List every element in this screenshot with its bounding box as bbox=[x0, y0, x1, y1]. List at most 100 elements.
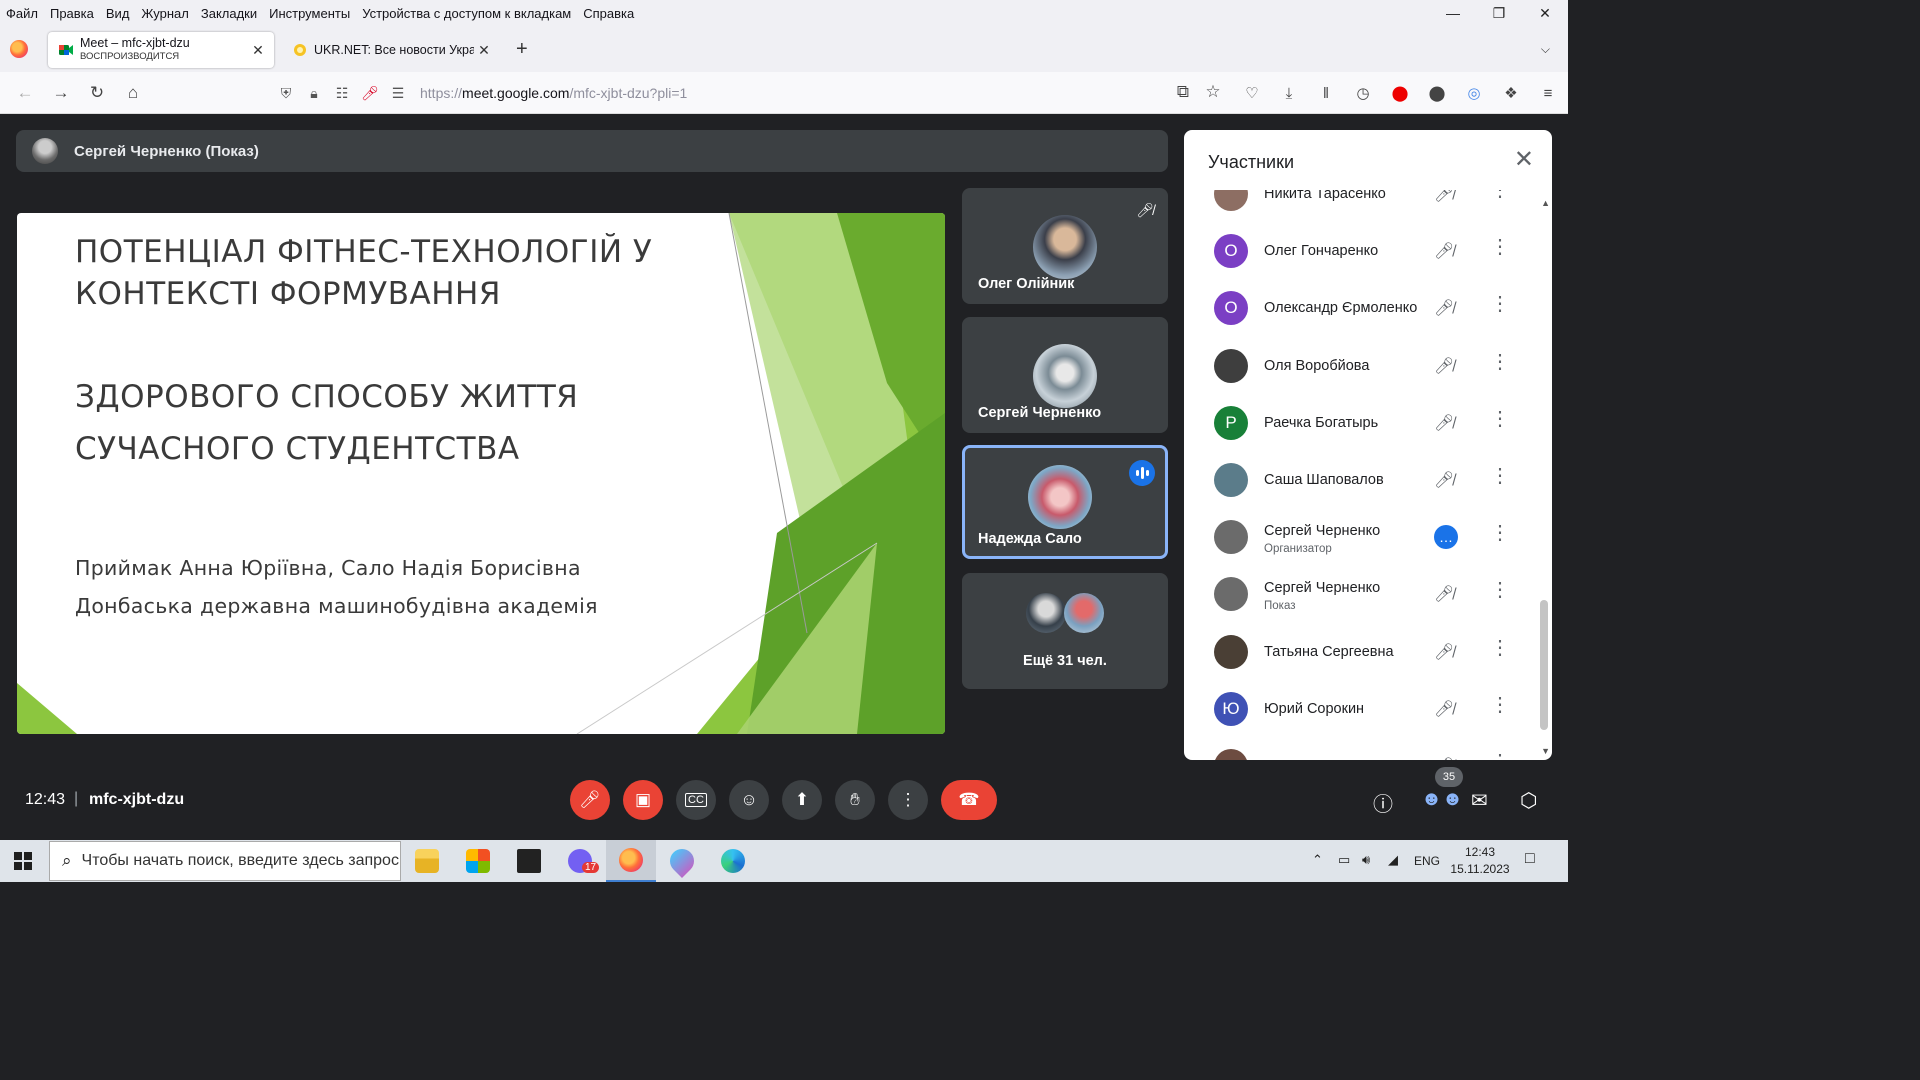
history-clock-icon[interactable]: ◷ bbox=[1351, 81, 1375, 105]
edge-app[interactable] bbox=[708, 840, 758, 882]
participant-row[interactable]: Оля Воробйова 🎤︎̸ ⋮ bbox=[1196, 338, 1532, 395]
menu-bookmarks[interactable]: Закладки bbox=[195, 6, 263, 21]
participant-row[interactable]: Никита Тарасенко 🎤︎̸ ⋮ bbox=[1196, 190, 1532, 223]
more-vert-icon[interactable]: ⋮ bbox=[1490, 409, 1510, 429]
mic-toggle-button[interactable]: 🎤︎ bbox=[570, 780, 610, 820]
more-participants-tile[interactable]: Ещё 31 чел. bbox=[962, 573, 1168, 689]
mic-off-icon[interactable]: 🎤︎̸ bbox=[1434, 642, 1454, 662]
scrollbar-thumb[interactable] bbox=[1540, 600, 1548, 730]
present-button[interactable]: ⬆ bbox=[782, 780, 822, 820]
volume-icon[interactable]: 🔊︎ bbox=[1362, 852, 1370, 868]
pocket-icon[interactable]: ♡ bbox=[1240, 81, 1264, 105]
participant-row[interactable]: Ю Юрий Сорокин 🎤︎̸ ⋮ bbox=[1196, 681, 1532, 738]
menu-history[interactable]: Журнал bbox=[135, 6, 194, 21]
back-arrow-icon[interactable]: ← bbox=[14, 82, 36, 104]
participant-row[interactable]: Юлия Гаврилова 🎤︎̸ ⋮ bbox=[1196, 738, 1532, 760]
downloads-icon[interactable]: ⤓ bbox=[1277, 81, 1301, 105]
url-text[interactable]: https://meet.google.com/mfc-xjbt-dzu?pli… bbox=[420, 85, 687, 101]
opera-extension-icon[interactable]: ⬤ bbox=[1388, 81, 1412, 105]
windows-start-icon[interactable] bbox=[14, 852, 32, 870]
close-panel-icon[interactable]: ✕ bbox=[1514, 148, 1534, 172]
picture-in-picture-icon[interactable]: ⧉ bbox=[1172, 81, 1194, 103]
reader-mode-icon[interactable]: ☰ bbox=[384, 85, 412, 102]
minimize-button[interactable]: — bbox=[1430, 0, 1476, 26]
address-bar[interactable]: ⛨ 🔒︎ ☷ 🎤︎ ☰ https://meet.google.com/mfc-… bbox=[272, 77, 1232, 109]
scroll-up-icon[interactable]: ▲ bbox=[1541, 198, 1550, 208]
more-options-button[interactable]: ⋮ bbox=[888, 780, 928, 820]
participant-row[interactable]: Саша Шаповалов 🎤︎̸ ⋮ bbox=[1196, 452, 1532, 509]
tab-meet[interactable]: Meet – mfc-xjbt-dzu воспроизводится ✕ bbox=[48, 32, 274, 68]
more-vert-icon[interactable]: ⋮ bbox=[1490, 580, 1510, 600]
more-vert-icon[interactable]: ⋮ bbox=[1490, 352, 1510, 372]
more-vert-icon[interactable]: ⋮ bbox=[1490, 190, 1510, 200]
more-vert-icon[interactable]: ⋮ bbox=[1490, 294, 1510, 314]
maps-app[interactable] bbox=[657, 840, 707, 882]
mic-off-icon[interactable]: 🎤︎̸ bbox=[1434, 356, 1454, 376]
tracking-shield-icon[interactable]: ⛨ bbox=[272, 85, 300, 102]
video-tile[interactable]: 🎤︎̸ Олег Олійник bbox=[962, 188, 1168, 304]
reactions-button[interactable]: ☺ bbox=[729, 780, 769, 820]
more-vert-icon[interactable]: ⋮ bbox=[1490, 752, 1510, 760]
more-vert-icon[interactable]: ⋮ bbox=[1490, 695, 1510, 715]
notifications-icon[interactable]: □ bbox=[1525, 850, 1535, 868]
permissions-icon[interactable]: ☷ bbox=[328, 85, 356, 102]
menu-help[interactable]: Справка bbox=[577, 6, 640, 21]
menu-synced-tabs[interactable]: Устройства с доступом к вкладкам bbox=[356, 6, 577, 21]
video-tile-active-speaker[interactable]: Надежда Сало bbox=[962, 445, 1168, 559]
home-icon[interactable]: ⌂ bbox=[122, 82, 144, 104]
more-vert-icon[interactable]: ⋮ bbox=[1490, 466, 1510, 486]
tab-list-chevron-icon[interactable]: ⌵ bbox=[1541, 42, 1550, 57]
people-icon[interactable]: ☻☻ bbox=[1421, 788, 1463, 811]
captions-button[interactable]: CC bbox=[676, 780, 716, 820]
chat-icon[interactable]: ✉ bbox=[1471, 788, 1488, 813]
close-tab-icon[interactable]: ✕ bbox=[248, 42, 268, 59]
network-icon[interactable]: ◢ bbox=[1388, 852, 1398, 868]
participant-row[interactable]: О Олег Гончаренко 🎤︎̸ ⋮ bbox=[1196, 223, 1532, 280]
firefox-app[interactable] bbox=[606, 840, 656, 882]
menu-view[interactable]: Вид bbox=[100, 6, 136, 21]
mic-off-icon[interactable]: 🎤︎̸ bbox=[1434, 584, 1454, 604]
menu-file[interactable]: Файл bbox=[0, 6, 44, 21]
raise-hand-button[interactable]: ✋︎ bbox=[835, 780, 875, 820]
leave-call-button[interactable]: ☎︎ bbox=[941, 780, 997, 820]
mic-off-icon[interactable]: 🎤︎̸ bbox=[1434, 190, 1454, 204]
menu-edit[interactable]: Правка bbox=[44, 6, 100, 21]
mic-off-icon[interactable]: 🎤︎̸ bbox=[1434, 756, 1454, 760]
mic-off-icon[interactable]: 🎤︎̸ bbox=[1434, 470, 1454, 490]
menu-tools[interactable]: Инструменты bbox=[263, 6, 356, 21]
more-vert-icon[interactable]: ⋮ bbox=[1490, 523, 1510, 543]
participant-row[interactable]: Р Раечка Богатырь 🎤︎̸ ⋮ bbox=[1196, 395, 1532, 452]
participant-row[interactable]: Сергей Черненко Организатор … ⋮ bbox=[1196, 509, 1532, 566]
taskbar-search[interactable]: ⌕ Чтобы начать поиск, введите здесь запр… bbox=[49, 841, 401, 881]
extensions-puzzle-icon[interactable]: ❖ bbox=[1499, 81, 1523, 105]
close-window-button[interactable]: ✕ bbox=[1522, 0, 1568, 26]
show-hidden-icons-chevron-icon[interactable]: ⌃ bbox=[1312, 852, 1323, 868]
mic-off-icon[interactable]: 🎤︎̸ bbox=[1434, 298, 1454, 318]
participant-row[interactable]: Сергей Черненко Показ 🎤︎̸ ⋮ bbox=[1196, 566, 1532, 623]
mail-app[interactable] bbox=[504, 840, 554, 882]
tray-clock[interactable]: 12:43 15.11.2023 bbox=[1450, 844, 1510, 878]
new-tab-icon[interactable]: + bbox=[516, 39, 528, 59]
battery-icon[interactable]: ▭ bbox=[1338, 852, 1350, 868]
close-tab-icon[interactable]: ✕ bbox=[474, 42, 494, 59]
scroll-down-icon[interactable]: ▼ bbox=[1541, 746, 1550, 756]
store-app[interactable] bbox=[453, 840, 503, 882]
mic-off-icon[interactable]: 🎤︎̸ bbox=[1434, 699, 1454, 719]
participant-row[interactable]: Татьяна Сергеевна 🎤︎̸ ⋮ bbox=[1196, 624, 1532, 681]
participants-scrollbar[interactable] bbox=[1540, 200, 1548, 756]
participant-row[interactable]: О Олександр Єрмоленко 🎤︎̸ ⋮ bbox=[1196, 280, 1532, 337]
lock-icon[interactable]: 🔒︎ bbox=[300, 85, 328, 102]
mic-off-icon[interactable]: 🎤︎̸ bbox=[1434, 413, 1454, 433]
video-tile[interactable]: Сергей Черненко bbox=[962, 317, 1168, 433]
restore-button[interactable]: ❐ bbox=[1476, 0, 1522, 26]
vpn-extension-icon[interactable]: ◎ bbox=[1462, 81, 1486, 105]
forward-arrow-icon[interactable]: → bbox=[50, 82, 72, 104]
bookmark-star-icon[interactable]: ☆ bbox=[1202, 81, 1224, 103]
language-indicator[interactable]: ENG bbox=[1414, 854, 1440, 868]
mic-off-icon[interactable]: 🎤︎̸ bbox=[1434, 241, 1454, 261]
camera-toggle-button[interactable]: ▣ bbox=[623, 780, 663, 820]
library-icon[interactable]: ‖ bbox=[1314, 81, 1338, 105]
more-vert-icon[interactable]: ⋮ bbox=[1490, 638, 1510, 658]
firefox-logo-icon[interactable] bbox=[10, 40, 28, 58]
more-vert-icon[interactable]: ⋮ bbox=[1490, 237, 1510, 257]
